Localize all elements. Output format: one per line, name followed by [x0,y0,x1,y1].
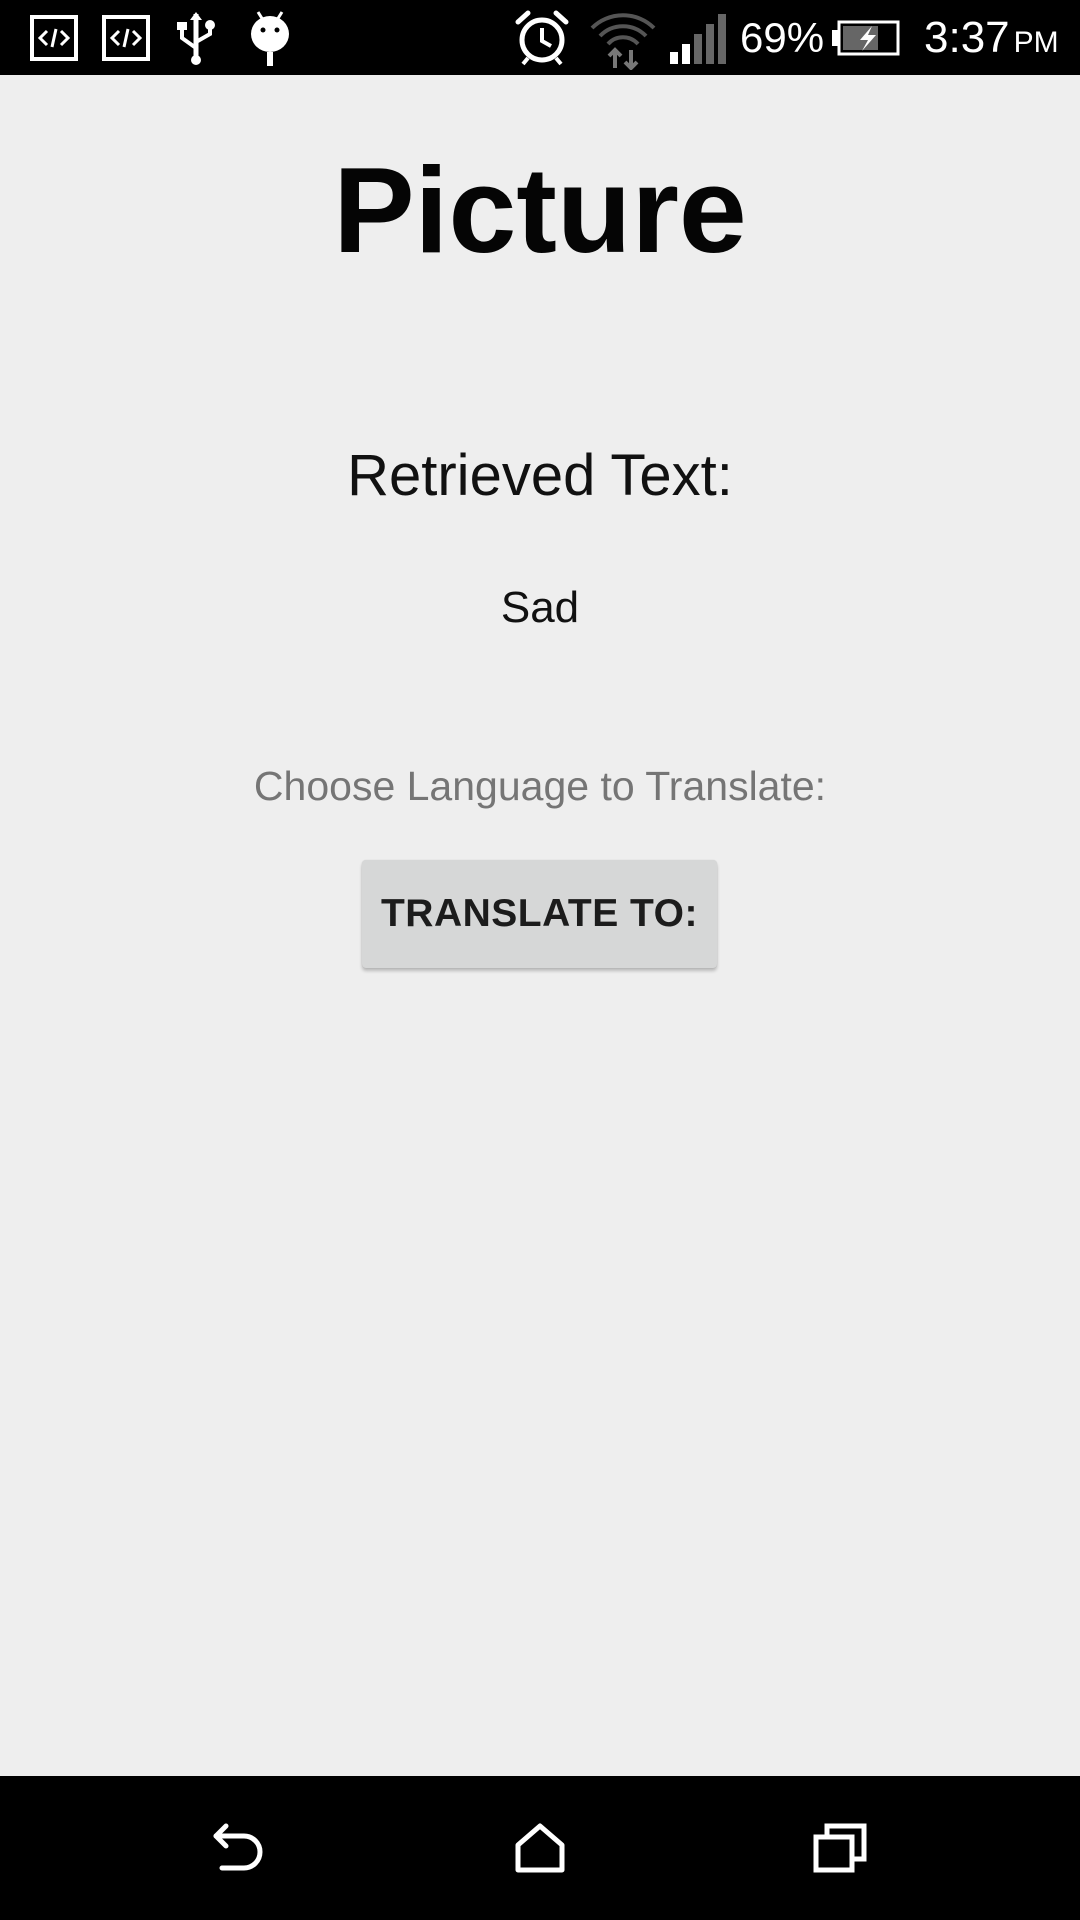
code-icon [30,15,78,61]
navigation-bar [0,1776,1080,1920]
alarm-icon [515,10,569,66]
home-button[interactable] [490,1798,590,1898]
signal-icon [670,14,726,64]
status-bar: 69% 3:37 PM [0,0,1080,75]
usb-icon [177,12,215,65]
recents-icon [813,1823,867,1873]
back-button[interactable] [190,1798,290,1898]
back-icon [213,1823,263,1871]
clock-ampm: PM [1013,26,1059,59]
clock-time: 3:37 [924,13,1010,62]
retrieved-text-value: Sad [500,583,580,632]
wifi-icon [590,13,656,70]
translate-to-button[interactable]: TRANSLATE TO: [362,860,717,968]
clock: 3:37 PM [924,8,1059,68]
page-title: Picture [333,142,747,278]
battery-charging-icon [832,20,900,56]
code-icon [102,15,150,61]
home-icon [515,1823,565,1873]
android-debug-icon [251,11,289,66]
choose-language-label: Choose Language to Translate: [253,763,827,809]
recents-button[interactable] [790,1798,890,1898]
retrieved-text-label: Retrieved Text: [347,443,733,508]
battery-percent: 69% [740,14,825,61]
